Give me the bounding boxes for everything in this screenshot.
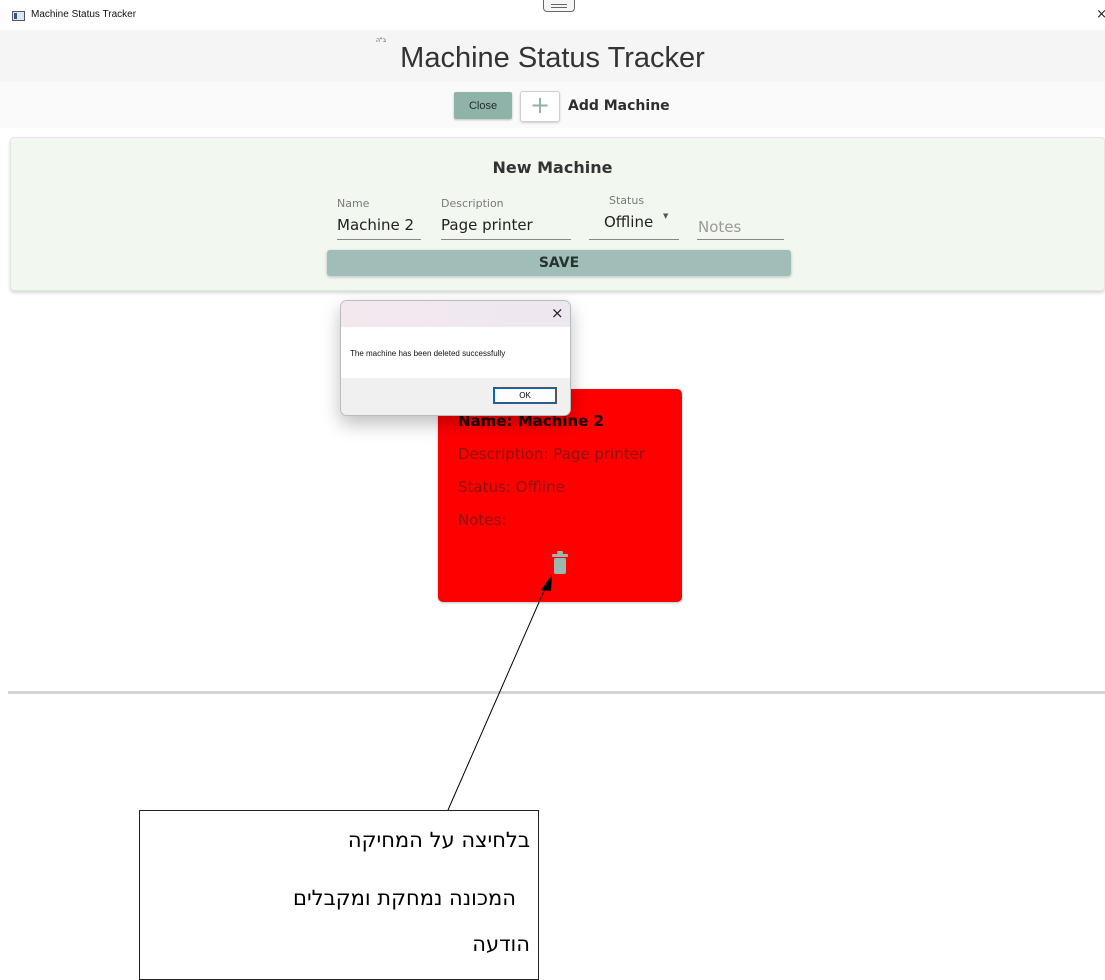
description-label: Description: [441, 197, 504, 210]
close-button[interactable]: Close: [454, 92, 512, 119]
callout-line-1: בלחיצה על המחיקה: [347, 828, 530, 852]
section-divider: [8, 691, 1105, 694]
page-title: Machine Status Tracker: [400, 42, 705, 74]
callout-line-3: הודעה: [472, 932, 530, 956]
add-machine-label[interactable]: Add Machine: [568, 98, 670, 114]
name-field[interactable]: Machine 2: [337, 216, 414, 234]
notes-field[interactable]: Notes: [698, 218, 741, 236]
dialog-title-bar: [341, 301, 570, 327]
description-underline: [441, 239, 571, 240]
confirmation-dialog: × The machine has been deleted successfu…: [340, 300, 571, 416]
add-machine-button[interactable]: +: [520, 91, 560, 122]
machine-card: Name: Machine 2 Description: Page printe…: [438, 389, 682, 602]
chevron-down-icon[interactable]: ▼: [663, 212, 668, 220]
plus-icon: +: [529, 91, 551, 119]
notes-underline: [697, 239, 784, 240]
status-underline: [589, 239, 679, 240]
window-title: Machine Status Tracker: [31, 9, 137, 20]
window-drag-handle-icon[interactable]: [543, 0, 575, 12]
status-label: Status: [609, 194, 645, 207]
new-machine-title: New Machine: [492, 158, 613, 177]
dialog-close-icon[interactable]: ×: [551, 304, 564, 322]
description-field[interactable]: Page printer: [441, 216, 533, 234]
status-select[interactable]: Offline: [604, 213, 653, 231]
dialog-message: The machine has been deleted successfull…: [350, 349, 506, 358]
window-close-icon[interactable]: ×: [1096, 7, 1105, 22]
machine-description: Description: Page printer: [458, 445, 645, 463]
window-title-bar: Machine Status Tracker ×: [0, 0, 1105, 30]
annotation-callout: בלחיצה על המחיקה המכונה נמחקת ומקבלים הו…: [139, 810, 539, 980]
machine-notes: Notes:: [458, 511, 507, 529]
machine-status: Status: Offline: [458, 478, 565, 496]
name-underline: [337, 239, 421, 240]
name-label: Name: [337, 197, 370, 210]
save-button[interactable]: SAVE: [327, 250, 791, 276]
trash-icon[interactable]: [550, 550, 570, 575]
app-icon: [12, 11, 25, 21]
ok-button[interactable]: OK: [493, 387, 557, 404]
callout-line-2: המכונה נמחקת ומקבלים: [293, 886, 516, 910]
